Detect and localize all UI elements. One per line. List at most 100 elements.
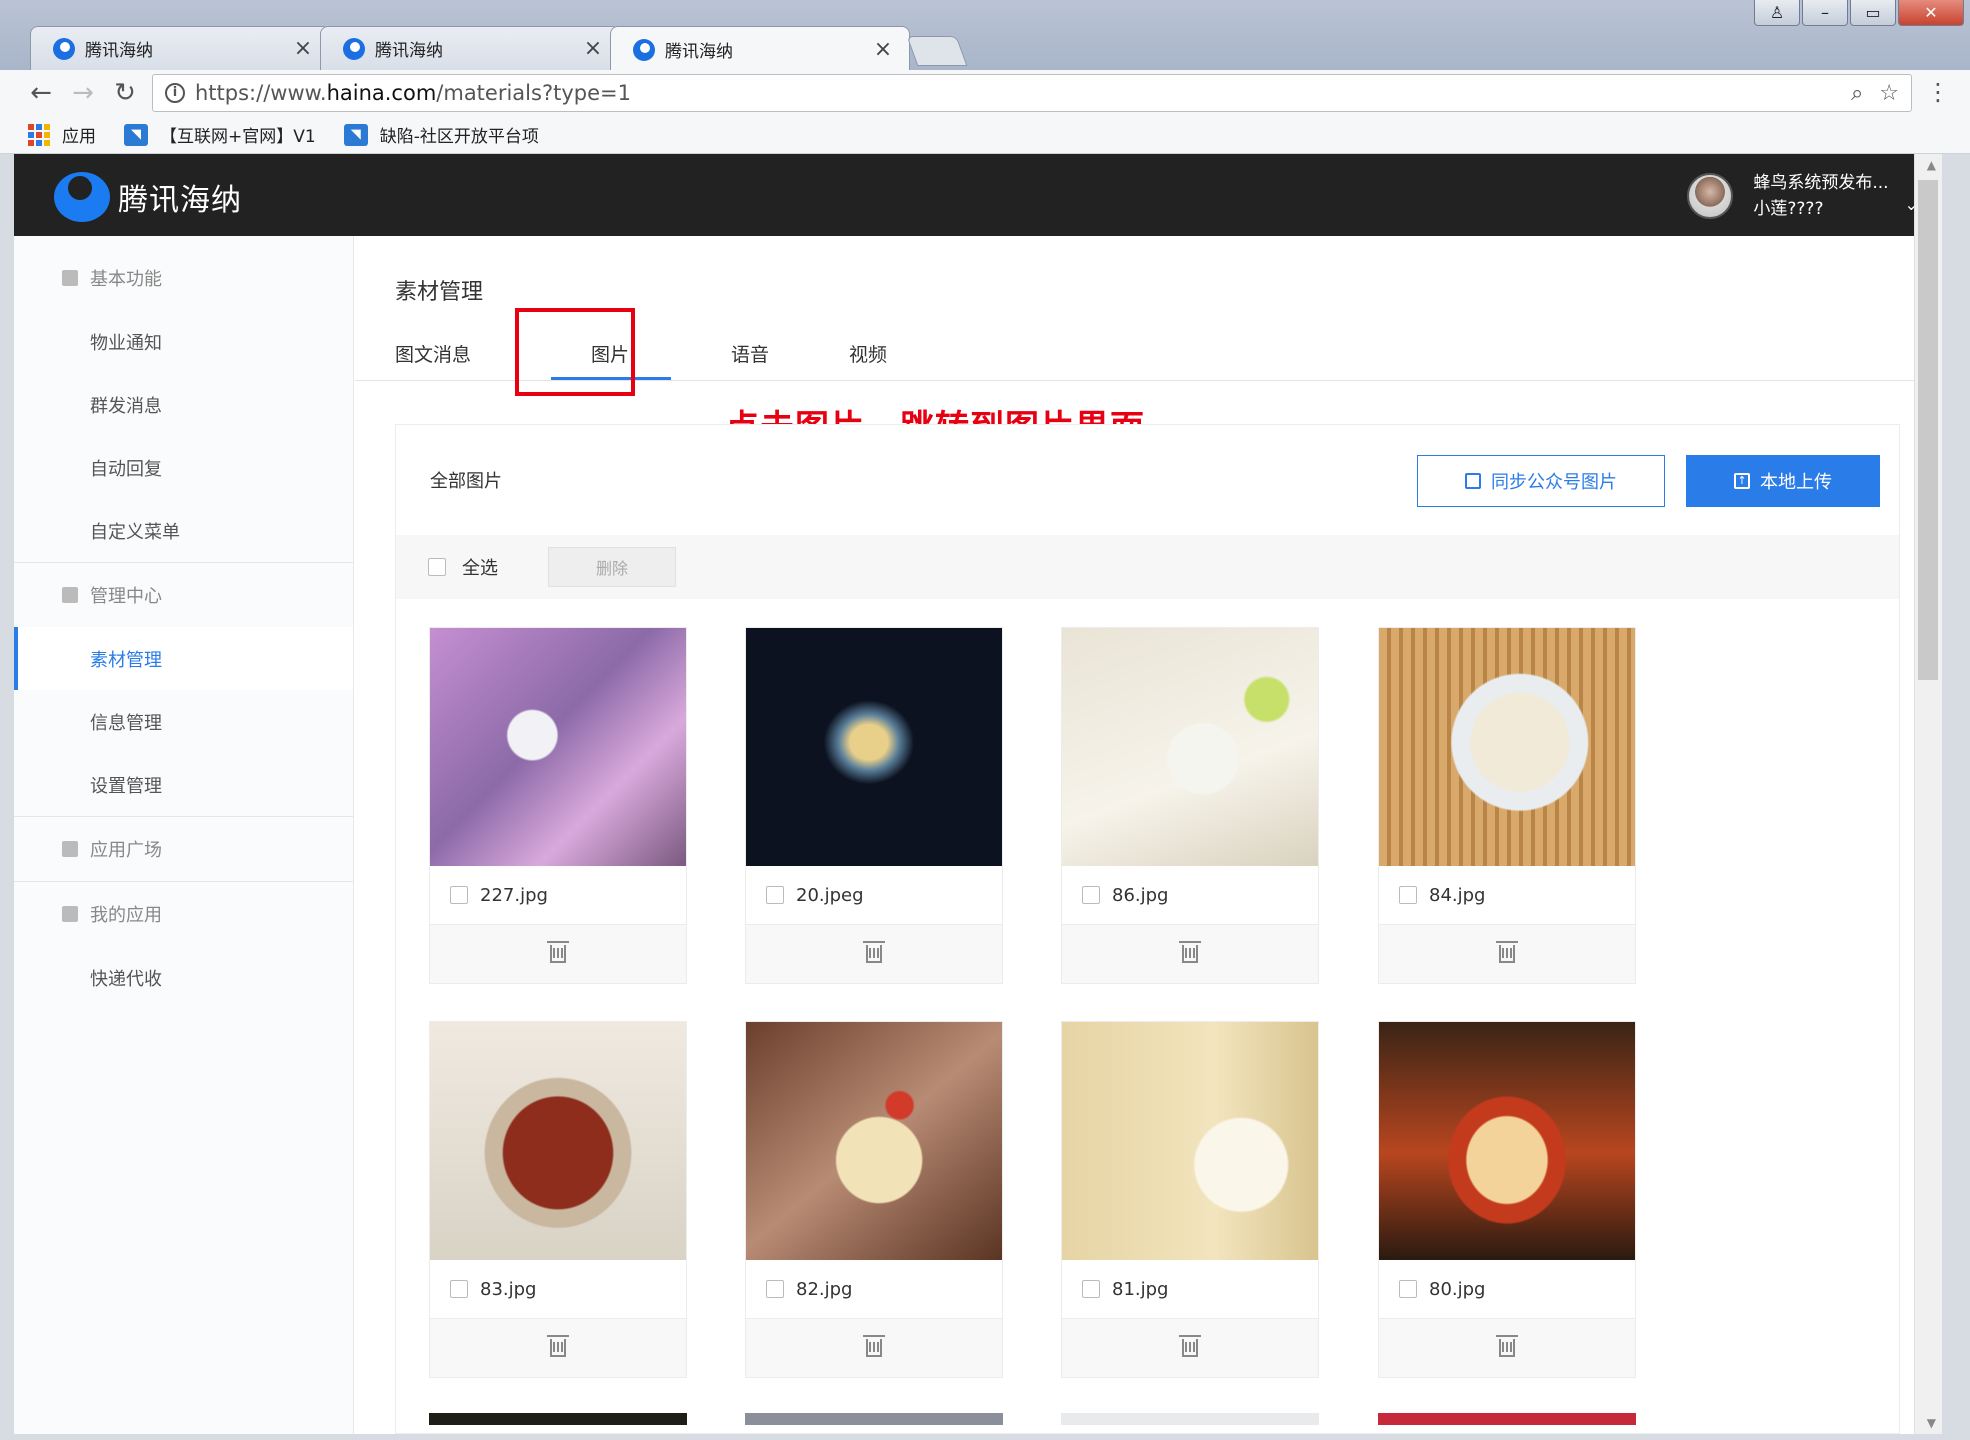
sidebar-item-info[interactable]: 信息管理 <box>14 690 353 753</box>
close-icon[interactable]: × <box>871 37 895 62</box>
copy-icon <box>1465 473 1481 489</box>
browser-tab-title: 腾讯海纳 <box>85 41 153 61</box>
trash-icon[interactable] <box>1496 1335 1518 1357</box>
image-thumbnail[interactable] <box>746 628 1002 866</box>
image-checkbox[interactable] <box>766 886 784 904</box>
haina-favicon-icon <box>343 37 365 60</box>
mail-icon <box>62 841 78 857</box>
sidebar-item-label: 素材管理 <box>90 649 162 671</box>
image-thumbnail[interactable] <box>430 628 686 866</box>
image-thumbnail[interactable] <box>1379 628 1635 866</box>
sidebar-item-autoreply[interactable]: 自动回复 <box>14 436 353 499</box>
browser-tab-2[interactable]: 腾讯海纳 × <box>320 26 620 70</box>
image-card[interactable]: 80.jpg <box>1378 1021 1636 1378</box>
panel-header: 全部图片 同步公众号图片 ↑ 本地上传 <box>396 425 1899 535</box>
close-icon[interactable]: × <box>581 36 605 61</box>
image-filename: 84.jpg <box>1429 884 1486 906</box>
browser-tab-3[interactable]: 腾讯海纳 × <box>610 26 910 72</box>
image-filename: 81.jpg <box>1112 1278 1169 1300</box>
user-profile-icon[interactable]: ♙ <box>1754 0 1800 26</box>
scroll-down-icon[interactable]: ▼ <box>1927 1416 1936 1430</box>
reload-icon[interactable]: ↻ <box>104 78 146 108</box>
tab-news[interactable]: 图文消息 <box>395 334 471 380</box>
image-card[interactable]: 84.jpg <box>1378 627 1636 984</box>
trash-icon[interactable] <box>863 1335 885 1357</box>
upload-button[interactable]: ↑ 本地上传 <box>1686 455 1880 507</box>
sidebar-item-custom-menu[interactable]: 自定义菜单 <box>14 499 353 562</box>
image-thumbnail[interactable] <box>745 1413 1003 1425</box>
sidebar-group-basic: 基本功能 <box>14 246 353 310</box>
image-card[interactable]: 20.jpeg <box>745 627 1003 984</box>
address-bar[interactable]: i https://www.haina.com/materials?type=1… <box>152 74 1912 112</box>
user-menu[interactable]: 蜂鸟系统预发布... 小莲???? ⌄ <box>1687 170 1918 222</box>
sidebar-item-settings[interactable]: 设置管理 <box>14 753 353 816</box>
image-thumbnail[interactable] <box>429 1413 687 1425</box>
upload-icon: ↑ <box>1734 473 1750 489</box>
delete-button[interactable]: 删除 <box>548 547 676 587</box>
star-icon[interactable]: ☆ <box>1879 81 1899 106</box>
maximize-icon[interactable]: ▭ <box>1850 0 1896 26</box>
image-thumbnail[interactable] <box>1062 628 1318 866</box>
forward-icon[interactable]: → <box>62 78 104 108</box>
sidebar-group-app-square[interactable]: 应用广场 <box>14 817 353 881</box>
trash-icon[interactable] <box>547 941 569 963</box>
sidebar-item-label: 快递代收 <box>90 968 162 990</box>
scroll-up-icon[interactable]: ▲ <box>1927 158 1936 172</box>
page-title: 素材管理 <box>395 280 484 305</box>
site-info-icon[interactable]: i <box>165 83 185 103</box>
page-scrollbar[interactable]: ▲ ▼ <box>1914 154 1942 1434</box>
image-checkbox[interactable] <box>766 1280 784 1298</box>
sidebar-item-notice[interactable]: 物业通知 <box>14 310 353 373</box>
new-tab-button[interactable] <box>906 36 968 66</box>
image-thumbnail[interactable] <box>746 1022 1002 1260</box>
tab-voice[interactable]: 语音 <box>731 334 769 380</box>
trash-icon[interactable] <box>1179 941 1201 963</box>
trash-icon[interactable] <box>547 1335 569 1357</box>
browser-menu-icon[interactable]: ⋮ <box>1926 78 1950 106</box>
image-card[interactable]: 81.jpg <box>1061 1021 1319 1378</box>
image-card[interactable]: 83.jpg <box>429 1021 687 1378</box>
image-thumbnail[interactable] <box>1378 1413 1636 1425</box>
back-icon[interactable]: ← <box>20 78 62 108</box>
select-all-checkbox[interactable] <box>428 558 446 576</box>
image-card[interactable]: 86.jpg <box>1061 627 1319 984</box>
image-thumbnail[interactable] <box>1061 1413 1319 1425</box>
sidebar-item-materials[interactable]: 素材管理 <box>14 627 353 690</box>
sidebar-item-broadcast[interactable]: 群发消息 <box>14 373 353 436</box>
trash-icon[interactable] <box>1496 941 1518 963</box>
haina-app: 腾讯海纳 蜂鸟系统预发布... 小莲???? ⌄ 基本功能 物业通知 群发消息 … <box>14 154 1942 1434</box>
tab-video[interactable]: 视频 <box>849 334 887 380</box>
close-icon[interactable]: × <box>291 36 315 61</box>
image-thumbnail[interactable] <box>1379 1022 1635 1260</box>
sidebar-item-express[interactable]: 快递代收 <box>14 946 353 1009</box>
image-checkbox[interactable] <box>450 1280 468 1298</box>
sync-images-button[interactable]: 同步公众号图片 <box>1417 455 1665 507</box>
bookmark-official-site[interactable]: ◥ 【互联网+官网】V1 <box>124 122 316 147</box>
browser-tab-1[interactable]: 腾讯海纳 × <box>30 26 330 70</box>
image-checkbox[interactable] <box>1082 1280 1100 1298</box>
window-controls: ♙ – ▭ ✕ <box>1754 0 1964 26</box>
image-card[interactable]: 82.jpg <box>745 1021 1003 1378</box>
bookmark-defects[interactable]: ◥ 缺陷-社区开放平台项 <box>343 122 539 147</box>
image-checkbox[interactable] <box>450 886 468 904</box>
bookmark-apps[interactable]: 应用 <box>28 122 96 147</box>
sidebar-group-label: 管理中心 <box>90 586 162 607</box>
zoom-icon[interactable]: ⌕ <box>1851 81 1863 106</box>
sidebar-item-label: 群发消息 <box>90 395 162 417</box>
scrollbar-thumb[interactable] <box>1918 180 1938 680</box>
bookmark-label: 【互联网+官网】V1 <box>160 127 316 147</box>
image-checkbox[interactable] <box>1399 1280 1417 1298</box>
image-checkbox[interactable] <box>1399 886 1417 904</box>
image-thumbnail[interactable] <box>430 1022 686 1260</box>
image-thumbnail[interactable] <box>1062 1022 1318 1260</box>
image-filename: 80.jpg <box>1429 1278 1486 1300</box>
trash-icon[interactable] <box>1179 1335 1201 1357</box>
window-close-icon[interactable]: ✕ <box>1898 0 1964 26</box>
apps-grid-icon <box>28 123 50 146</box>
image-checkbox[interactable] <box>1082 886 1100 904</box>
brand-logo[interactable]: 腾讯海纳 <box>54 172 242 222</box>
trash-icon[interactable] <box>863 941 885 963</box>
minimize-icon[interactable]: – <box>1802 0 1848 26</box>
browser-tabstrip: 腾讯海纳 × 腾讯海纳 × 腾讯海纳 × ♙ – ▭ ✕ <box>0 0 1970 72</box>
image-card[interactable]: 227.jpg <box>429 627 687 984</box>
